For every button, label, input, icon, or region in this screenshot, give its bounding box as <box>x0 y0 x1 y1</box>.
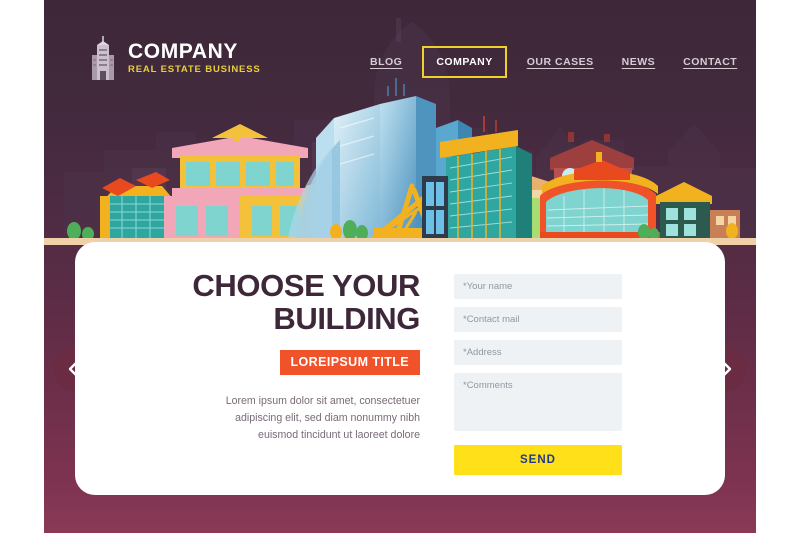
brand-logo[interactable]: COMPANY REAL ESTATE BUSINESS <box>88 36 261 80</box>
name-input[interactable] <box>454 274 622 299</box>
subtitle-badge: LOREIPSUM TITLE <box>279 349 420 375</box>
hero-description: Lorem ipsum dolor sit amet, consectetuer… <box>105 393 420 444</box>
hero-panel: COMPANY REAL ESTATE BUSINESS BLOG COMPAN… <box>44 0 756 533</box>
nav-item-contact[interactable]: CONTACT <box>669 48 751 76</box>
page-title-line2: BUILDING <box>273 300 420 336</box>
hero-description-line2: adipiscing elit, sed diam nonummy nibh <box>235 411 420 424</box>
contact-form: SEND <box>454 274 622 475</box>
nav-item-our-cases[interactable]: OUR CASES <box>513 48 608 76</box>
hero-description-line3: euismod tincidunt ut laoreet dolore <box>258 429 420 442</box>
site-header: COMPANY REAL ESTATE BUSINESS BLOG COMPAN… <box>44 0 756 110</box>
building-skyscraper-icon <box>88 36 118 80</box>
page-title-line1: CHOOSE YOUR <box>192 268 420 303</box>
content-card: CHOOSE YOUR BUILDING LOREIPSUM TITLE Lor… <box>75 242 725 495</box>
send-button[interactable]: SEND <box>454 445 622 475</box>
brand-text: COMPANY REAL ESTATE BUSINESS <box>128 41 261 75</box>
hero-copy-block: CHOOSE YOUR BUILDING LOREIPSUM TITLE Lor… <box>105 268 420 444</box>
brand-tagline: REAL ESTATE BUSINESS <box>128 64 261 76</box>
nav-item-company[interactable]: COMPANY <box>422 46 507 78</box>
email-input[interactable] <box>454 307 622 332</box>
address-input[interactable] <box>454 340 622 365</box>
hero-description-line1: Lorem ipsum dolor sit amet, consectetuer <box>225 394 420 407</box>
nav-item-blog[interactable]: BLOG <box>356 48 416 76</box>
page-title: CHOOSE YOUR BUILDING <box>105 268 420 336</box>
nav-item-news[interactable]: NEWS <box>608 48 670 76</box>
brand-name: COMPANY <box>128 40 238 64</box>
landing-page-mockup: COMPANY REAL ESTATE BUSINESS BLOG COMPAN… <box>0 0 800 533</box>
comments-input[interactable] <box>454 373 622 431</box>
main-navigation: BLOG COMPANY OUR CASES NEWS CONTACT <box>356 46 751 78</box>
